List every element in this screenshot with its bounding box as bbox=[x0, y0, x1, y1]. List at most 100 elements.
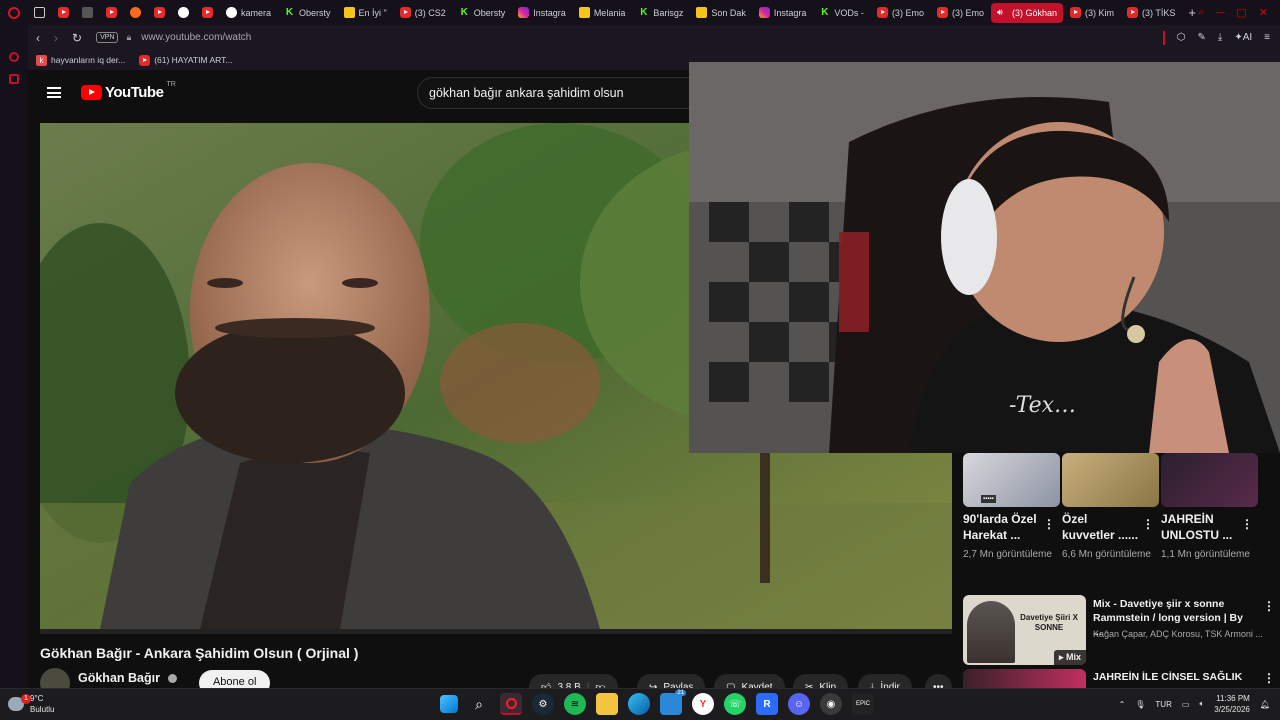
tab-label: (3) Gökhan bbox=[1011, 7, 1057, 18]
channel-name[interactable]: Gökhan Bağır bbox=[78, 671, 160, 685]
browser-tab[interactable]: kamera bbox=[220, 3, 277, 23]
browser-tab[interactable] bbox=[124, 3, 147, 23]
webcam-overlay: -Tex… bbox=[689, 62, 1280, 453]
epic-games-icon[interactable]: EPIC bbox=[852, 693, 874, 715]
mix-thumbnail[interactable]: Davetiye Şiiri X SONNE ▸ Mix bbox=[963, 595, 1086, 665]
bookmark-item[interactable]: k hayvanların iq der... bbox=[36, 54, 125, 66]
tray-chevron-icon[interactable]: ⌃ bbox=[1119, 700, 1126, 709]
browser-tab[interactable]: Instagra bbox=[753, 3, 813, 23]
app-r-icon[interactable]: R bbox=[756, 693, 778, 715]
vpn-badge[interactable]: VPN bbox=[96, 32, 119, 43]
short-menu-icon[interactable]: ⋮ bbox=[1142, 517, 1154, 531]
notification-bell-icon[interactable]: 🔔︎ bbox=[1260, 700, 1270, 709]
video-progress-bar[interactable] bbox=[40, 629, 952, 634]
instagram-icon bbox=[758, 7, 770, 18]
shirt-print: -Tex… bbox=[1009, 393, 1076, 418]
browser-tab[interactable]: K Obersty bbox=[278, 3, 337, 23]
tab-label: Instagra bbox=[533, 7, 566, 18]
separator bbox=[1162, 30, 1165, 45]
search-icon[interactable]: ⌕ bbox=[468, 693, 490, 715]
windows-start-icon[interactable] bbox=[440, 695, 458, 713]
minimize-icon[interactable]: ─ bbox=[1217, 7, 1225, 19]
browser-tab[interactable] bbox=[100, 3, 123, 23]
youtube-icon bbox=[1070, 7, 1081, 18]
browser-tab[interactable] bbox=[196, 3, 219, 23]
compass-icon bbox=[178, 7, 189, 18]
edge-icon[interactable] bbox=[628, 693, 650, 715]
yandex-icon[interactable]: Y bbox=[692, 693, 714, 715]
browser-tab[interactable]: Melania bbox=[573, 3, 632, 23]
short-card[interactable]: ▪▪▪▪▪ 90'larda Özel Harekat ... 2,7 Mn g… bbox=[963, 453, 1060, 562]
opera-icon[interactable] bbox=[500, 693, 522, 715]
mix-badge: ▸ Mix bbox=[1053, 650, 1086, 665]
forward-icon[interactable]: › bbox=[54, 31, 58, 45]
mix-menu-icon[interactable]: ⋮ bbox=[1263, 599, 1275, 613]
language-indicator[interactable]: TUR bbox=[1155, 700, 1171, 709]
discord-icon[interactable]: ☺ bbox=[788, 693, 810, 715]
browser-tab[interactable]: En İyi " bbox=[338, 3, 393, 23]
back-icon[interactable]: ‹ bbox=[36, 31, 40, 45]
ai-button[interactable]: ✦AI bbox=[1234, 32, 1252, 43]
maximize-icon[interactable]: ▢ bbox=[1236, 6, 1246, 19]
url-field[interactable]: www.youtube.com/watch bbox=[141, 32, 251, 43]
browser-tab[interactable]: Instagra bbox=[512, 3, 572, 23]
short-card[interactable]: Özel kuvvetler ...... 6,6 Mn görüntüleme… bbox=[1062, 453, 1159, 562]
short-card[interactable]: JAHREİN UNLOSTU ... 1,1 Mn görüntüleme ⋮ bbox=[1161, 453, 1258, 562]
browser-tab[interactable] bbox=[172, 3, 195, 23]
browser-tab[interactable]: Son Dak bbox=[690, 3, 752, 23]
browser-tab[interactable]: K VODs - bbox=[813, 3, 870, 23]
download-icon[interactable]: ⤓ bbox=[1218, 32, 1222, 43]
search-tabs-icon[interactable]: ⌕ bbox=[1198, 6, 1204, 19]
file-explorer-icon[interactable] bbox=[596, 693, 618, 715]
browser-tab[interactable]: 🔊︎ (3) Gökhan bbox=[990, 2, 1063, 23]
kick-icon: K bbox=[640, 7, 648, 18]
youtube-icon bbox=[106, 7, 117, 18]
news-icon bbox=[578, 7, 590, 18]
clock[interactable]: 11:36 PM 3/25/2026 bbox=[1214, 693, 1250, 715]
weather-widget[interactable]: 1 9°C Bulutlu bbox=[8, 693, 54, 715]
microphone-icon[interactable]: 🎙︎ bbox=[1135, 700, 1145, 709]
opera-logo-icon[interactable] bbox=[0, 0, 28, 25]
tab-label: Son Dak bbox=[711, 7, 746, 18]
sidebar-opera-icon[interactable] bbox=[9, 52, 19, 62]
reload-icon[interactable]: ↻ bbox=[72, 31, 82, 45]
next-video-title[interactable]: JAHREİN İLE CİNSEL SAĞLIK bbox=[1093, 671, 1242, 683]
youtube-icon bbox=[936, 7, 948, 18]
browser-tab[interactable] bbox=[76, 3, 99, 23]
hamburger-menu-icon[interactable] bbox=[47, 87, 61, 98]
bookmark-item[interactable]: (61) HAYATIM ART... bbox=[139, 54, 232, 66]
browser-tab[interactable]: (3) CS2 bbox=[394, 3, 452, 23]
short-menu-icon[interactable]: ⋮ bbox=[1241, 517, 1253, 531]
lock-icon[interactable]: 🔒︎ bbox=[126, 32, 131, 43]
weather-desc: Bulutlu bbox=[30, 705, 55, 714]
news-icon bbox=[696, 7, 708, 18]
short-menu-icon[interactable]: ⋮ bbox=[1043, 517, 1055, 531]
browser-tab[interactable]: (3) Emo bbox=[931, 3, 990, 23]
next-menu-icon[interactable]: ⋮ bbox=[1263, 671, 1275, 685]
browser-tab[interactable] bbox=[52, 3, 75, 23]
browser-tab[interactable]: K Obersty bbox=[453, 3, 512, 23]
menu-icon[interactable]: ≡ bbox=[1264, 32, 1270, 43]
youtube-logo[interactable]: YouTube TR bbox=[81, 81, 176, 101]
obs-icon[interactable]: ◉ bbox=[820, 693, 842, 715]
browser-tab[interactable] bbox=[148, 3, 171, 23]
snapshot-icon[interactable]: ⬡ bbox=[1177, 32, 1186, 43]
whatsapp-icon[interactable]: ☏ bbox=[724, 693, 746, 715]
browser-tab[interactable]: (3) TİKS bbox=[1121, 3, 1181, 23]
browser-tab[interactable]: K Barisgz bbox=[632, 3, 689, 23]
youtube-icon bbox=[1127, 7, 1138, 18]
volume-icon[interactable]: 🔈︎ bbox=[1199, 699, 1204, 709]
browser-tab[interactable] bbox=[28, 3, 51, 23]
sidebar-extensions-icon[interactable] bbox=[9, 74, 19, 84]
teams-icon[interactable]: 21 bbox=[660, 690, 686, 715]
clock-time: 11:36 PM bbox=[1216, 694, 1250, 703]
network-icon[interactable]: ▭ bbox=[1182, 700, 1190, 709]
steam-icon[interactable]: ⚙ bbox=[532, 693, 554, 715]
thumb-person bbox=[967, 601, 1015, 663]
next-thumbnail[interactable] bbox=[963, 669, 1086, 688]
spotify-icon[interactable]: ≋ bbox=[564, 693, 586, 715]
extensions-icon[interactable]: ✎ bbox=[1198, 32, 1206, 43]
close-icon[interactable]: ✕ bbox=[1259, 6, 1268, 19]
browser-tab[interactable]: (3) Emo bbox=[871, 3, 930, 23]
browser-tab[interactable]: (3) Kim bbox=[1064, 3, 1120, 23]
